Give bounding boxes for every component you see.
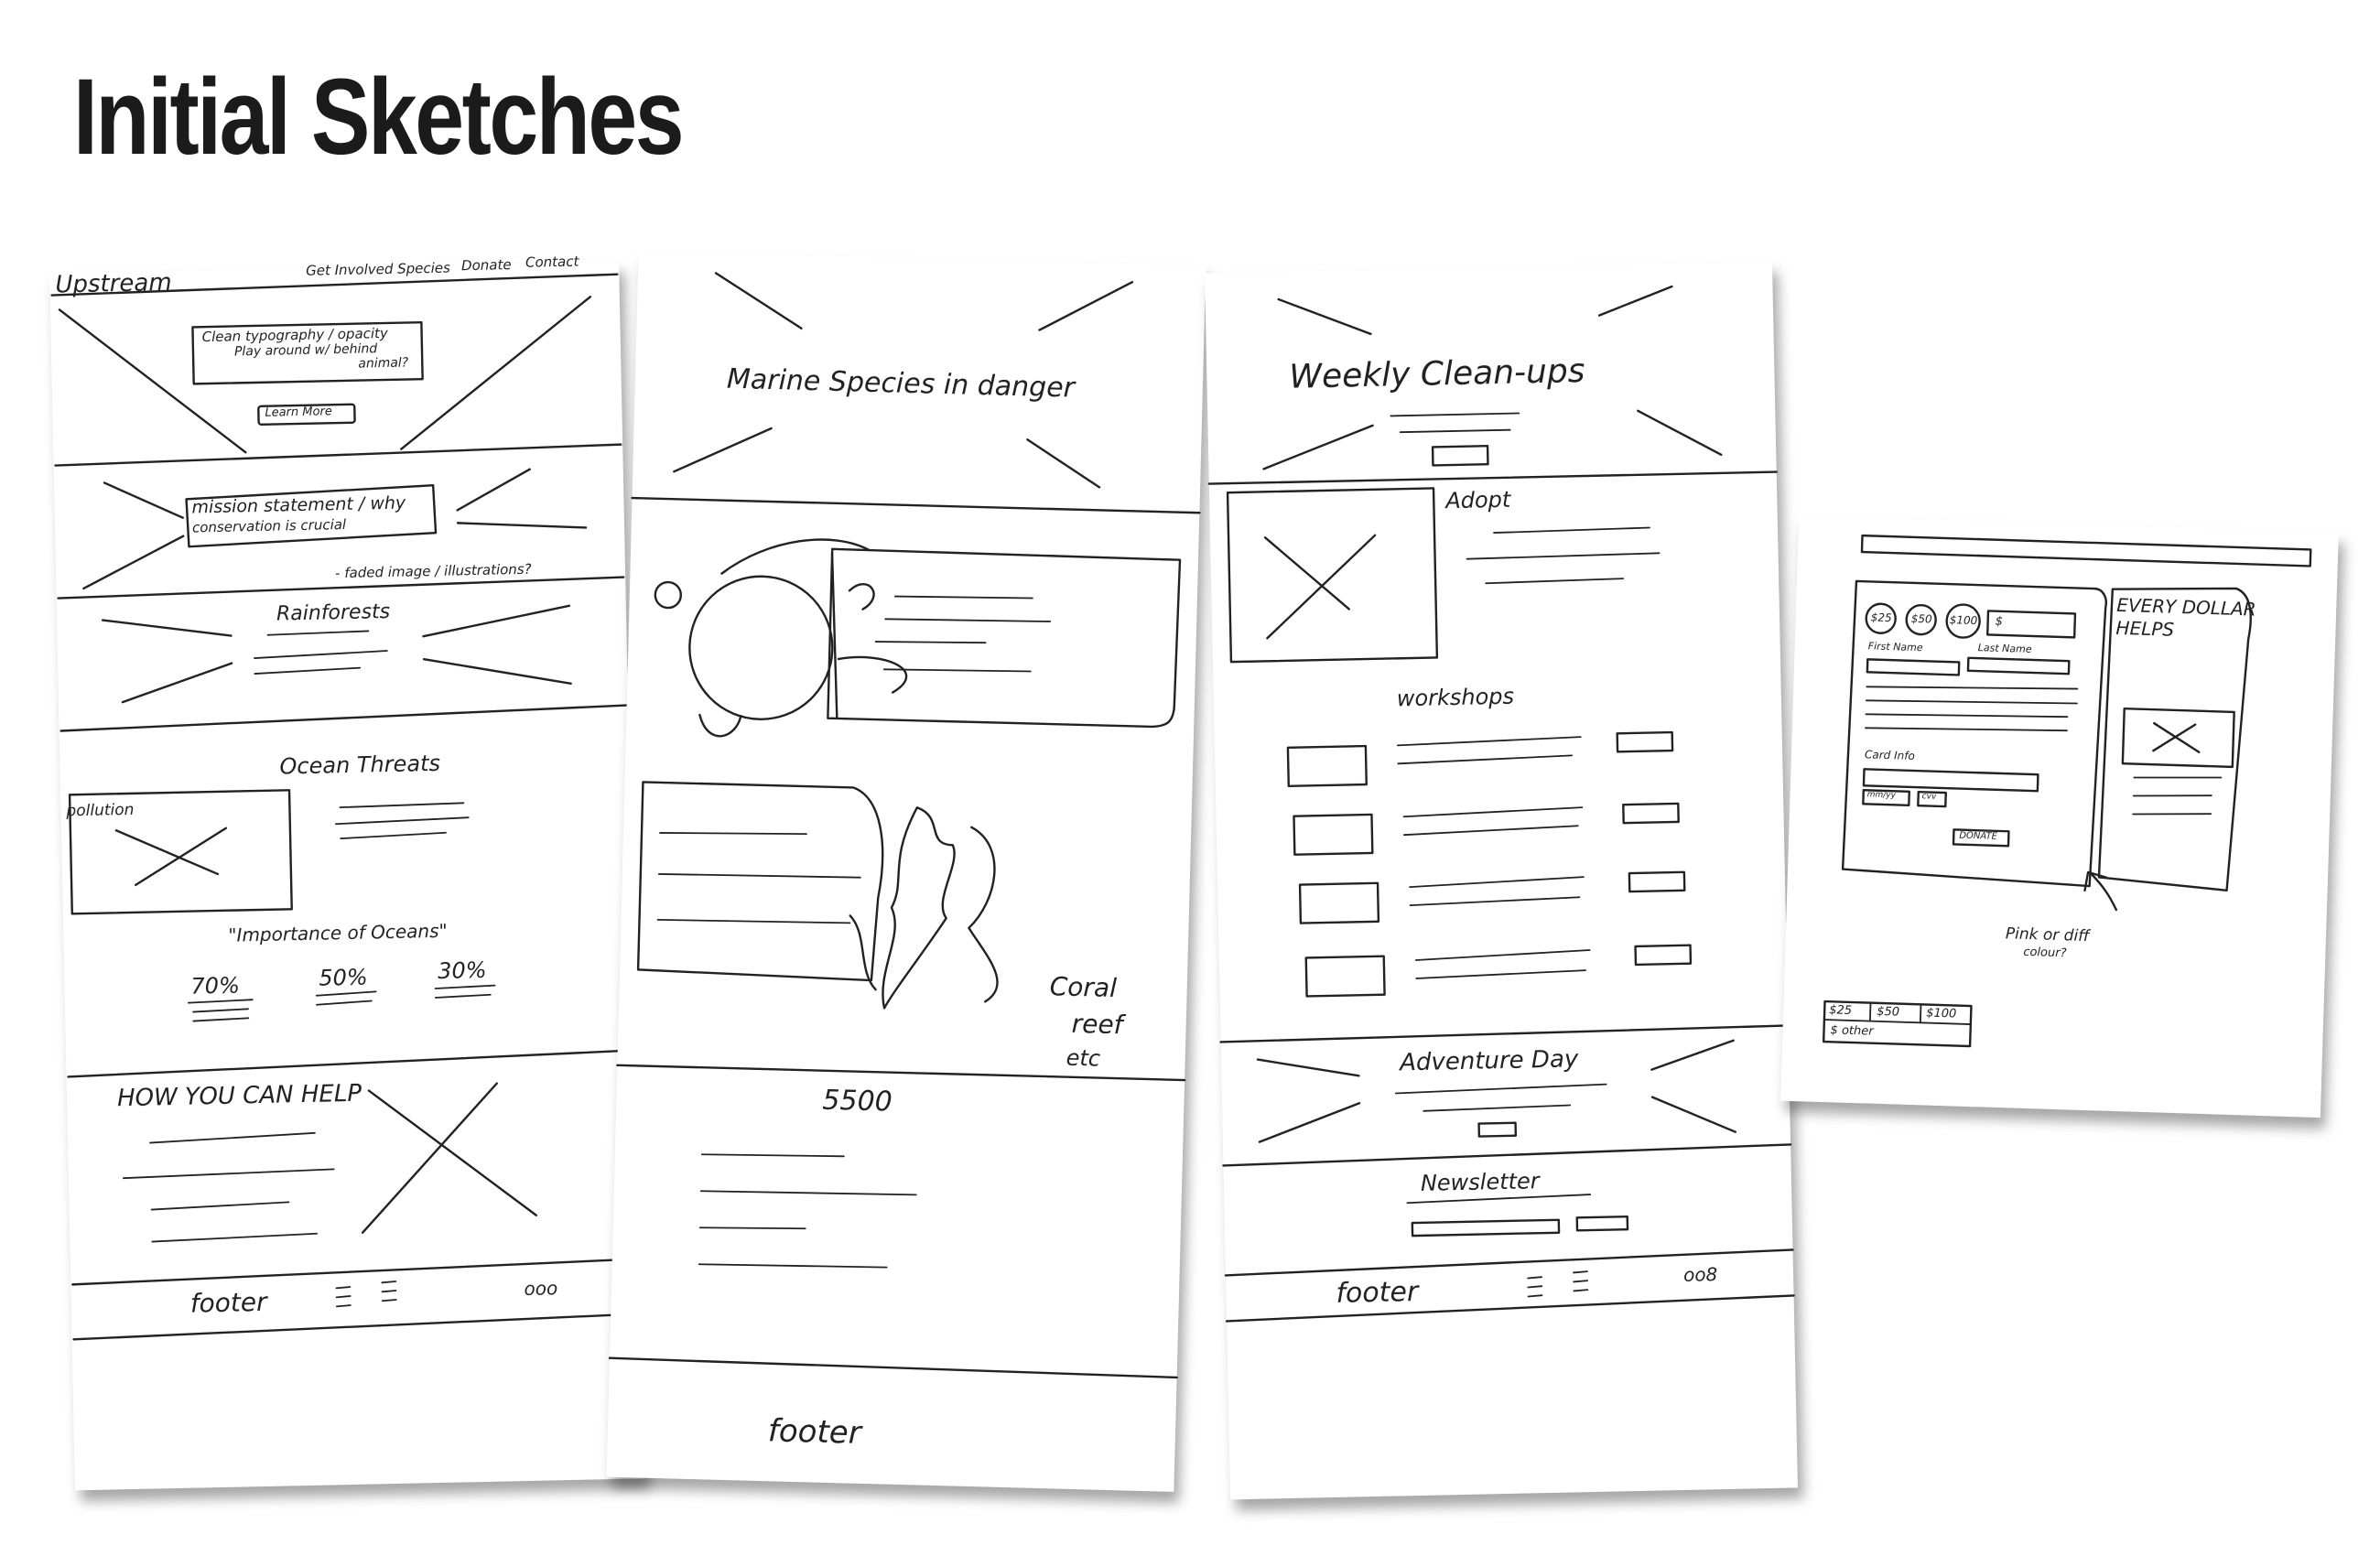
- cvv-field: cvv: [1921, 792, 1937, 802]
- first-name-label: First Name: [1867, 640, 1923, 654]
- color-note: colour?: [2023, 945, 2067, 961]
- coral-label: reef: [1071, 1008, 1123, 1041]
- color-note: Pink or diff: [2005, 924, 2090, 946]
- expiry-field: mm/yy: [1866, 790, 1896, 801]
- mobile-other-amount: $ other: [1830, 1023, 1874, 1039]
- coral-label: etc: [1066, 1044, 1101, 1072]
- stat-value: 50%: [319, 964, 368, 991]
- logo-upstream: Upstream: [55, 268, 172, 299]
- adopt-heading: Adopt: [1445, 486, 1511, 514]
- amount-other-input: $: [1995, 614, 2004, 629]
- every-dollar-heading: HELPS: [2115, 616, 2175, 641]
- mobile-amount: $25: [1828, 1003, 1853, 1018]
- learn-more-button: Learn More: [265, 405, 332, 420]
- footer-label: footer: [1336, 1276, 1419, 1310]
- hero-note: animal?: [358, 355, 409, 372]
- donate-button: DONATE: [1959, 830, 1998, 842]
- amount-option: $25: [1870, 611, 1892, 625]
- nav-get-involved: Get Involved: [305, 260, 394, 279]
- sketch-species-page: Marine Species in danger Coral reef etc …: [606, 251, 1206, 1492]
- coral-label: Coral: [1049, 971, 1118, 1004]
- nav-donate: Donate: [460, 256, 512, 275]
- rainforests-heading: Rainforests: [276, 600, 391, 626]
- social-dots: ooo: [524, 1277, 558, 1301]
- last-name-label: Last Name: [1977, 642, 2032, 655]
- amount-option: $50: [1910, 611, 1932, 626]
- social-dots: oo8: [1682, 1263, 1718, 1286]
- ocean-threats-heading: Ocean Threats: [279, 750, 441, 780]
- stat-value: 70%: [190, 972, 241, 1000]
- mission-text: conservation is crucial: [191, 515, 347, 536]
- workshops-heading: workshops: [1396, 683, 1515, 712]
- adventure-heading: Adventure Day: [1399, 1045, 1579, 1077]
- sketch-donate-page: $25 $50 $100 $ First Name Last Name Card…: [1780, 514, 2339, 1118]
- importance-heading: "Importance of Oceans": [228, 919, 448, 946]
- cleanups-heading: Weekly Clean-ups: [1289, 351, 1585, 396]
- home-sketch-lines: [50, 273, 641, 1341]
- help-heading: HOW YOU CAN HELP: [116, 1079, 362, 1113]
- amount-option: $100: [1949, 613, 1978, 628]
- mobile-amount: $50: [1876, 1004, 1900, 1020]
- pollution-label: pollution: [66, 800, 135, 821]
- sketch-get-involved-page: Weekly Clean-ups Adopt workshops Adventu…: [1205, 261, 1798, 1500]
- footer-label: footer: [189, 1286, 267, 1319]
- sketch-home-page: Upstream Get Involved Species Donate Con…: [49, 254, 644, 1491]
- involved-sketch-lines: [1207, 285, 1795, 1323]
- nav-contact: Contact: [525, 253, 579, 271]
- every-dollar-heading: EVERY DOLLAR: [2115, 593, 2257, 621]
- card-info-label: Card Info: [1864, 748, 1916, 762]
- footer-label: footer: [767, 1412, 862, 1452]
- stat-value: 30%: [437, 956, 487, 984]
- page-title: Initial Sketches: [73, 57, 685, 178]
- nav-species: Species: [396, 259, 451, 277]
- hero-note: Play around w/ behind: [233, 341, 378, 360]
- species-sketch-lines: [608, 272, 1201, 1379]
- newsletter-heading: Newsletter: [1420, 1168, 1540, 1196]
- mobile-amount: $100: [1925, 1006, 1957, 1021]
- species-count: 5500: [821, 1084, 893, 1118]
